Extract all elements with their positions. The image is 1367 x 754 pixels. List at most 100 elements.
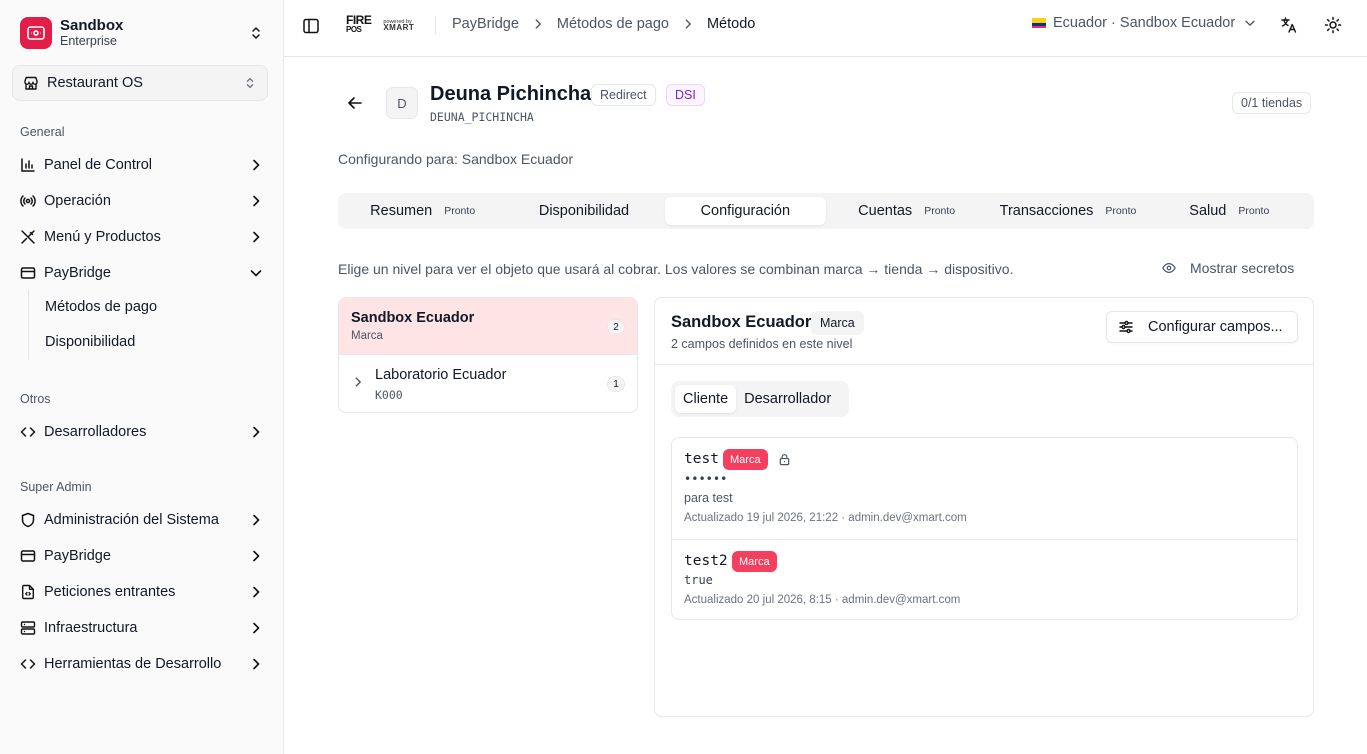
field-value: true	[684, 573, 713, 587]
tab-configuracion[interactable]: Configuración	[664, 197, 826, 225]
chevrons-up-down-icon	[246, 77, 254, 89]
tab-soon-badge: Pronto	[1238, 205, 1270, 217]
level-item-store[interactable]: Laboratorio Ecuador K000 1	[339, 355, 637, 412]
field-key: test	[684, 451, 719, 467]
method-type-badge: Redirect	[591, 84, 656, 106]
tab-soon-badge: Pronto	[924, 205, 956, 217]
sidebar-item-label: Panel de Control	[44, 157, 153, 173]
field-meta: Actualizado 19 jul 2026, 21:22 · admin.d…	[684, 512, 967, 524]
view-segmented-control: Cliente Desarrollador	[671, 381, 849, 417]
sidebar-item-label: Herramientas de Desarrollo	[44, 656, 222, 672]
tab-salud[interactable]: Salud Pronto	[1149, 197, 1310, 225]
fields-list: test Marca •••••• para test Actualizado …	[671, 437, 1298, 620]
brand-xmart: XMART	[383, 23, 415, 32]
method-tag-badge: DSI	[666, 84, 705, 106]
sidebar-item-menu-productos[interactable]: Menú y Productos	[12, 220, 272, 254]
code-icon	[20, 424, 36, 440]
level-name: Sandbox Ecuador	[351, 310, 475, 326]
panel-divider	[655, 364, 1313, 365]
code-icon	[20, 656, 36, 672]
panel-subtitle: 2 campos definidos en este nivel	[671, 337, 853, 351]
sidebar-item-label: PayBridge	[44, 265, 111, 281]
language-icon[interactable]	[1280, 16, 1298, 34]
chevron-right-icon	[253, 195, 260, 207]
sidebar-item-infraestructura[interactable]: Infraestructura	[12, 611, 272, 645]
sidebar-item-paybridge-admin[interactable]: PayBridge	[12, 539, 272, 573]
tab-resumen[interactable]: Resumen Pronto	[342, 197, 503, 225]
show-secrets-label: Mostrar secretos	[1190, 260, 1295, 276]
chevron-right-icon	[253, 658, 260, 670]
sun-icon[interactable]	[1324, 16, 1342, 34]
breadcrumb-metodos-de-pago[interactable]: Métodos de pago	[557, 16, 669, 32]
configuring-for-text: Configurando para: Sandbox Ecuador	[338, 151, 574, 167]
sidebar-item-panel-de-control[interactable]: Panel de Control	[12, 148, 272, 182]
chevron-down-icon	[250, 270, 262, 277]
field-value: ••••••	[684, 472, 728, 486]
sidebar-toggle-icon[interactable]	[302, 17, 320, 35]
breadcrumb-metodo: Método	[706, 16, 756, 32]
field-row[interactable]: test2 Marca true Actualizado 20 jul 2026…	[672, 539, 1297, 619]
workspace-select[interactable]: Restaurant OS	[12, 65, 268, 101]
credit-card-icon	[20, 265, 36, 281]
chevron-right-icon	[685, 19, 691, 29]
tab-cuentas[interactable]: Cuentas Pronto	[826, 197, 987, 225]
field-row[interactable]: test Marca •••••• para test Actualizado …	[672, 438, 1297, 539]
chevron-right-icon	[253, 231, 260, 243]
environment-label: Ecuador · Sandbox Ecuador	[1053, 15, 1236, 31]
brand-logo: FIRE POS powered by XMART	[346, 10, 414, 40]
sidebar-subitem-metodos-de-pago[interactable]: Métodos de pago	[37, 292, 267, 322]
org-name: Sandbox	[60, 17, 124, 34]
sidebar-item-paybridge[interactable]: PayBridge	[12, 256, 272, 290]
sidebar-item-peticiones-entrantes[interactable]: Peticiones entrantes	[12, 575, 272, 609]
level-item-brand[interactable]: Sandbox Ecuador Marca 2	[339, 298, 637, 355]
level-hint-text: Elige un nivel para ver el objeto que us…	[338, 261, 1014, 277]
show-secrets-button[interactable]: Mostrar secretos	[1162, 260, 1294, 276]
shield-icon	[20, 512, 36, 528]
field-level-badge: Marca	[723, 449, 768, 470]
broadcast-icon	[20, 193, 36, 209]
back-arrow-icon[interactable]	[346, 94, 364, 112]
tab-transacciones[interactable]: Transacciones Pronto	[987, 197, 1148, 225]
environment-select[interactable]: Ecuador · Sandbox Ecuador	[1032, 15, 1257, 31]
segment-desarrollador[interactable]: Desarrollador	[736, 385, 839, 413]
field-meta: Actualizado 20 jul 2026, 8:15 · admin.de…	[684, 594, 961, 606]
sidebar-item-label: Peticiones entrantes	[44, 584, 176, 600]
field-level-badge: Marca	[732, 551, 777, 572]
sidebar-item-operacion[interactable]: Operación	[12, 184, 272, 218]
page-title: Deuna Pichincha	[430, 83, 592, 105]
sidebar-item-herramientas-desarrollo[interactable]: Herramientas de Desarrollo	[12, 647, 272, 681]
chart-bar-icon	[20, 157, 36, 173]
chevron-right-icon[interactable]	[351, 375, 365, 389]
sidebar-subitem-disponibilidad[interactable]: Disponibilidad	[37, 327, 267, 357]
level-sub: Marca	[351, 330, 383, 342]
chevron-right-icon	[253, 426, 260, 438]
sidebar-item-label: Infraestructura	[44, 620, 138, 636]
sidebar-item-administracion[interactable]: Administración del Sistema	[12, 503, 272, 537]
tab-disponibilidad[interactable]: Disponibilidad	[503, 197, 664, 225]
panel-level-badge: Marca	[811, 311, 864, 335]
segment-cliente[interactable]: Cliente	[675, 385, 737, 413]
submenu-line	[28, 290, 29, 360]
field-description: para test	[684, 491, 733, 505]
chevrons-up-down-icon	[252, 27, 260, 39]
section-label-super-admin: Super Admin	[20, 480, 92, 494]
configure-fields-button[interactable]: Configurar campos...	[1106, 311, 1298, 343]
field-key: test2	[684, 553, 728, 569]
sidebar-item-desarrolladores[interactable]: Desarrolladores	[12, 415, 272, 449]
utensils-icon	[20, 229, 36, 245]
tab-label: Disponibilidad	[538, 203, 630, 219]
tab-soon-badge: Pronto	[1105, 205, 1137, 217]
sidebar-item-label: Administración del Sistema	[44, 512, 219, 528]
org-switcher[interactable]: Sandbox Enterprise	[12, 8, 272, 58]
breadcrumb: PayBridge Métodos de pago Método	[452, 16, 755, 32]
chevron-right-icon	[253, 550, 260, 562]
lock-icon	[779, 454, 790, 466]
tab-label: Resumen	[370, 203, 433, 219]
chevron-right-icon	[535, 19, 541, 29]
sidebar-item-label: Desarrolladores	[44, 424, 147, 440]
eye-icon	[1162, 263, 1176, 273]
sidebar-item-label: Menú y Productos	[44, 229, 161, 245]
sliders-icon	[1119, 320, 1133, 334]
breadcrumb-paybridge[interactable]: PayBridge	[452, 16, 519, 32]
tab-label: Salud	[1189, 203, 1227, 219]
